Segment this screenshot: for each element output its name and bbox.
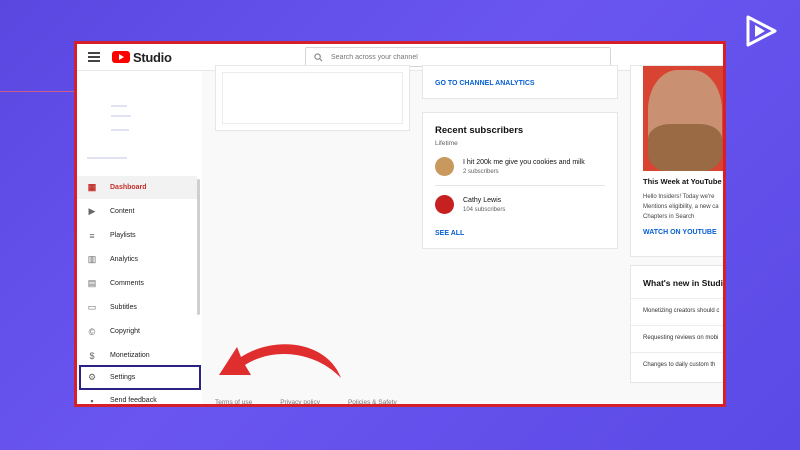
news-text: Hello Insiders! Today we're Mentions eli… <box>643 194 719 220</box>
ghost-channel-text <box>111 129 129 131</box>
news-thumbnail[interactable] <box>643 66 723 171</box>
menu-icon[interactable] <box>88 52 100 62</box>
go-to-channel-analytics-link[interactable]: GO TO CHANNEL ANALYTICS <box>435 80 535 87</box>
whats-new-item[interactable]: Changes to daily custom th <box>643 362 715 368</box>
studio-logo[interactable]: Studio <box>112 50 172 65</box>
sidebar-item-comments[interactable]: ▤ Comments <box>77 272 197 295</box>
studio-screenshot-frame: Studio ▦ Dashboard ▶ Content ≡ Playlists <box>74 41 726 407</box>
red-arrow-icon <box>219 344 341 378</box>
ghost-item <box>87 157 127 159</box>
sidebar-item-label: Dashboard <box>110 184 147 191</box>
sidebar-item-label: Monetization <box>110 352 150 359</box>
card-title: What's new in Studio <box>643 278 726 288</box>
feedback-icon: ▪ <box>90 395 94 406</box>
sidebar-item-subtitles[interactable]: ▭ Subtitles <box>77 296 197 319</box>
whats-new-item[interactable]: Requesting reviews on mobi <box>643 335 718 341</box>
privacy-link[interactable]: Privacy policy <box>280 399 320 404</box>
avatar <box>435 157 454 176</box>
dashboard-icon: ▦ <box>87 182 97 192</box>
terms-link[interactable]: Terms of use <box>215 399 252 404</box>
whats-new-card: What's new in Studio Monetizing creators… <box>630 265 726 383</box>
sidebar-item-label: Copyright <box>110 328 140 335</box>
video-card <box>215 65 410 131</box>
sidebar-item-dashboard[interactable]: ▦ Dashboard <box>77 176 197 199</box>
sidebar-scrollbar[interactable] <box>197 179 200 315</box>
sidebar-item-monetization[interactable]: $ Monetization <box>77 344 197 367</box>
subscriber-count: 2 subscribers <box>463 168 499 175</box>
sidebar-item-send-feedback[interactable]: ▪ Send feedback <box>77 389 197 406</box>
dollar-icon: $ <box>89 350 95 361</box>
playlists-icon: ≡ <box>89 230 95 241</box>
search-input[interactable] <box>331 53 581 61</box>
decorative-line <box>0 91 80 92</box>
whats-new-item[interactable]: Monetizing creators should c <box>643 308 719 314</box>
app-title: Studio <box>133 49 172 65</box>
subscriber-name: Cathy Lewis <box>463 196 502 204</box>
sidebar-item-label: Analytics <box>110 256 139 263</box>
sidebar-item-label: Content <box>110 208 135 215</box>
comments-icon: ▤ <box>87 278 97 288</box>
sidebar-item-label: Playlists <box>110 232 136 239</box>
sidebar-item-playlists[interactable]: ≡ Playlists <box>77 224 197 247</box>
sidebar-item-analytics[interactable]: ▥ Analytics <box>77 248 197 271</box>
policies-link[interactable]: Policies & Safety <box>348 399 397 404</box>
this-week-card: This Week at YouTube Hello Insiders! Tod… <box>630 65 723 257</box>
analytics-card: GO TO CHANNEL ANALYTICS <box>422 65 618 99</box>
avatar <box>435 195 454 214</box>
search-icon <box>314 52 323 61</box>
sidebar-item-label: Send feedback <box>110 397 157 404</box>
news-title: This Week at YouTube <box>643 177 722 186</box>
card-period: Lifetime <box>435 140 458 147</box>
sidebar-item-copyright[interactable]: © Copyright <box>77 320 197 343</box>
divider <box>435 185 605 186</box>
ghost-channel-name <box>111 115 131 117</box>
watch-on-youtube-link[interactable]: WATCH ON YOUTUBE <box>643 229 717 236</box>
brand-logo-icon <box>746 15 777 47</box>
subscriber-count: 104 subscribers <box>463 206 506 213</box>
card-title: Recent subscribers <box>435 125 524 136</box>
analytics-icon: ▥ <box>87 254 97 264</box>
sidebar-item-content[interactable]: ▶ Content <box>77 200 197 223</box>
see-all-link[interactable]: SEE ALL <box>435 230 464 237</box>
search-box[interactable] <box>305 47 611 67</box>
subscriber-name: I hit 200k me give you cookies and milk <box>463 158 585 166</box>
content-icon: ▶ <box>88 206 96 216</box>
sidebar-item-label: Subtitles <box>110 304 137 311</box>
sidebar-item-label: Comments <box>110 280 144 287</box>
subscriber-row[interactable]: I hit 200k me give you cookies and milk … <box>435 157 585 176</box>
sidebar: ▦ Dashboard ▶ Content ≡ Playlists ▥ Anal… <box>77 71 202 404</box>
youtube-play-icon <box>112 51 130 63</box>
subtitles-icon: ▭ <box>87 302 97 312</box>
copyright-icon: © <box>88 326 96 337</box>
recent-subscribers-card: Recent subscribers Lifetime I hit 200k m… <box>422 112 618 249</box>
subscriber-row[interactable]: Cathy Lewis 104 subscribers <box>435 195 505 214</box>
ghost-avatar <box>111 105 127 107</box>
footer: Terms of use Privacy policy Policies & S… <box>215 399 397 404</box>
settings-highlight-box <box>79 365 201 390</box>
